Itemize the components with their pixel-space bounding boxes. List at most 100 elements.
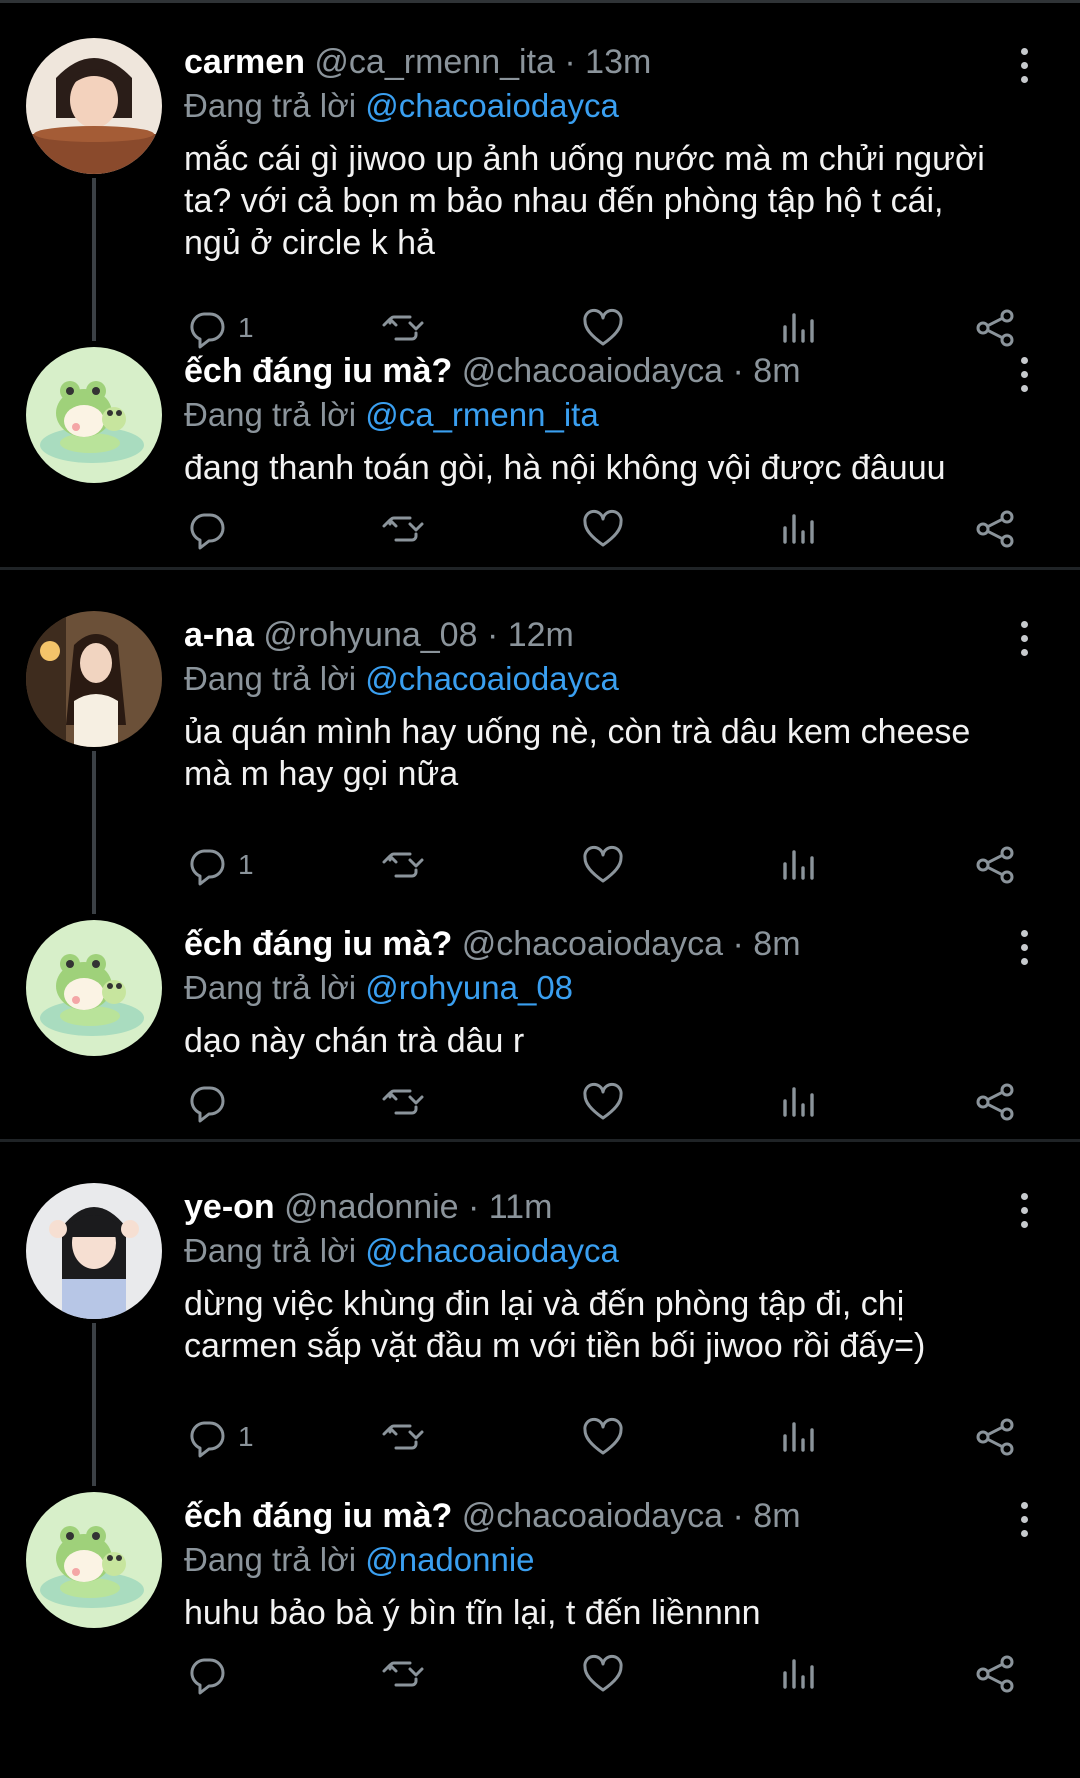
avatar[interactable] — [26, 1183, 162, 1319]
tweet-text: đang thanh toán gòi, hà nội không vội đư… — [184, 447, 1044, 489]
separator-dot: · — [477, 616, 508, 654]
share-icon — [972, 1079, 1018, 1125]
retweet-icon — [380, 305, 426, 351]
more-icon[interactable] — [1012, 930, 1036, 970]
display-name[interactable]: a-na — [184, 616, 254, 654]
like-icon — [580, 1079, 626, 1125]
views-icon — [776, 842, 822, 888]
more-icon[interactable] — [1012, 48, 1036, 88]
replying-to: Đang trả lời @chacoaiodayca — [184, 659, 619, 699]
avatar[interactable] — [26, 611, 162, 747]
like-icon — [580, 506, 626, 552]
retweet-button[interactable] — [380, 841, 426, 889]
timestamp[interactable]: 8m — [753, 352, 800, 390]
views-button[interactable] — [776, 304, 822, 352]
user-handle[interactable]: @chacoaiodayca — [462, 925, 723, 963]
reply-button[interactable]: 1 — [184, 1413, 254, 1461]
retweet-button[interactable] — [380, 304, 426, 352]
mention-link[interactable]: @rohyuna_08 — [365, 969, 573, 1006]
mention-link[interactable]: @chacoaiodayca — [365, 1232, 619, 1269]
avatar[interactable] — [26, 38, 162, 174]
tweet-text-line: dừng việc khùng đin lại và đến phòng tập… — [184, 1285, 905, 1323]
more-icon[interactable] — [1012, 357, 1036, 397]
share-button[interactable] — [972, 304, 1018, 352]
views-icon — [776, 305, 822, 351]
mention-link[interactable]: @chacoaiodayca — [365, 660, 619, 697]
reply-icon — [184, 506, 230, 552]
avatar[interactable] — [26, 920, 162, 1056]
display-name[interactable]: carmen — [184, 43, 305, 81]
share-button[interactable] — [972, 841, 1018, 889]
views-button[interactable] — [776, 841, 822, 889]
timestamp[interactable]: 8m — [753, 925, 800, 963]
more-icon[interactable] — [1012, 621, 1036, 661]
reply-button[interactable]: 1 — [184, 304, 254, 352]
separator-dot: · — [554, 43, 586, 81]
tweet-actions — [0, 1078, 1080, 1128]
like-button[interactable] — [580, 1650, 626, 1698]
replying-to-label: Đang trả lời — [184, 1232, 357, 1269]
like-button[interactable] — [580, 304, 626, 352]
reply-icon — [184, 1651, 230, 1697]
views-icon — [776, 506, 822, 552]
retweet-button[interactable] — [380, 1650, 426, 1698]
tweet-actions — [0, 1650, 1080, 1700]
share-button[interactable] — [972, 1650, 1018, 1698]
tweet-header: ye-on @nadonnie · 11m — [184, 1187, 552, 1227]
avatar[interactable] — [26, 1492, 162, 1628]
reply-button[interactable] — [184, 1078, 238, 1126]
more-icon[interactable] — [1012, 1193, 1036, 1233]
retweet-icon — [380, 1414, 426, 1460]
tweet-text-line: dạo này chán trà dâu r — [184, 1022, 525, 1060]
share-button[interactable] — [972, 1078, 1018, 1126]
separator-dot: · — [723, 1497, 754, 1535]
tweet-text: dạo này chán trà dâu r — [184, 1020, 1044, 1062]
replying-to: Đang trả lời @rohyuna_08 — [184, 968, 573, 1008]
user-handle[interactable]: @nadonnie — [284, 1188, 458, 1226]
like-button[interactable] — [580, 505, 626, 553]
tweet-text: huhu bảo bà ý bìn tĩn lại, t đến liềnnnn — [184, 1592, 1044, 1634]
tweet-actions: 1 — [0, 841, 1080, 891]
user-handle[interactable]: @ca_rmenn_ita — [314, 43, 555, 81]
like-button[interactable] — [580, 1413, 626, 1461]
mention-link[interactable]: @chacoaiodayca — [365, 87, 619, 124]
reply-count: 1 — [238, 1421, 254, 1452]
timestamp[interactable]: 13m — [585, 43, 651, 81]
timestamp[interactable]: 8m — [753, 1497, 800, 1535]
share-button[interactable] — [972, 505, 1018, 553]
user-handle[interactable]: @chacoaiodayca — [462, 1497, 723, 1535]
retweet-button[interactable] — [380, 1078, 426, 1126]
tweet-text-line: mà m hay gọi nữa — [184, 755, 459, 793]
retweet-icon — [380, 842, 426, 888]
like-button[interactable] — [580, 1078, 626, 1126]
share-icon — [972, 1651, 1018, 1697]
retweet-button[interactable] — [380, 1413, 426, 1461]
separator-dot: · — [458, 1188, 489, 1226]
timestamp[interactable]: 11m — [489, 1188, 553, 1226]
avatar[interactable] — [26, 347, 162, 483]
display-name[interactable]: ếch đáng iu mà? — [184, 1497, 452, 1535]
retweet-button[interactable] — [380, 505, 426, 553]
user-handle[interactable]: @chacoaiodayca — [462, 352, 723, 390]
reply-button[interactable] — [184, 505, 238, 553]
tweet-text-line: carmen sắp vặt đầu m với tiền bối jiwoo … — [184, 1327, 926, 1365]
like-icon — [580, 842, 626, 888]
reply-button[interactable]: 1 — [184, 841, 254, 889]
views-button[interactable] — [776, 1078, 822, 1126]
more-icon[interactable] — [1012, 1502, 1036, 1542]
display-name[interactable]: ếch đáng iu mà? — [184, 925, 452, 963]
timestamp[interactable]: 12m — [508, 616, 574, 654]
reply-button[interactable] — [184, 1650, 238, 1698]
display-name[interactable]: ếch đáng iu mà? — [184, 352, 452, 390]
views-button[interactable] — [776, 1650, 822, 1698]
like-button[interactable] — [580, 841, 626, 889]
display-name[interactable]: ye-on — [184, 1188, 275, 1226]
mention-link[interactable]: @nadonnie — [365, 1541, 534, 1578]
tweet-header: carmen @ca_rmenn_ita · 13m — [184, 42, 651, 82]
views-button[interactable] — [776, 505, 822, 553]
mention-link[interactable]: @ca_rmenn_ita — [365, 396, 598, 433]
replying-to: Đang trả lời @ca_rmenn_ita — [184, 395, 599, 435]
views-button[interactable] — [776, 1413, 822, 1461]
user-handle[interactable]: @rohyuna_08 — [263, 616, 477, 654]
share-button[interactable] — [972, 1413, 1018, 1461]
